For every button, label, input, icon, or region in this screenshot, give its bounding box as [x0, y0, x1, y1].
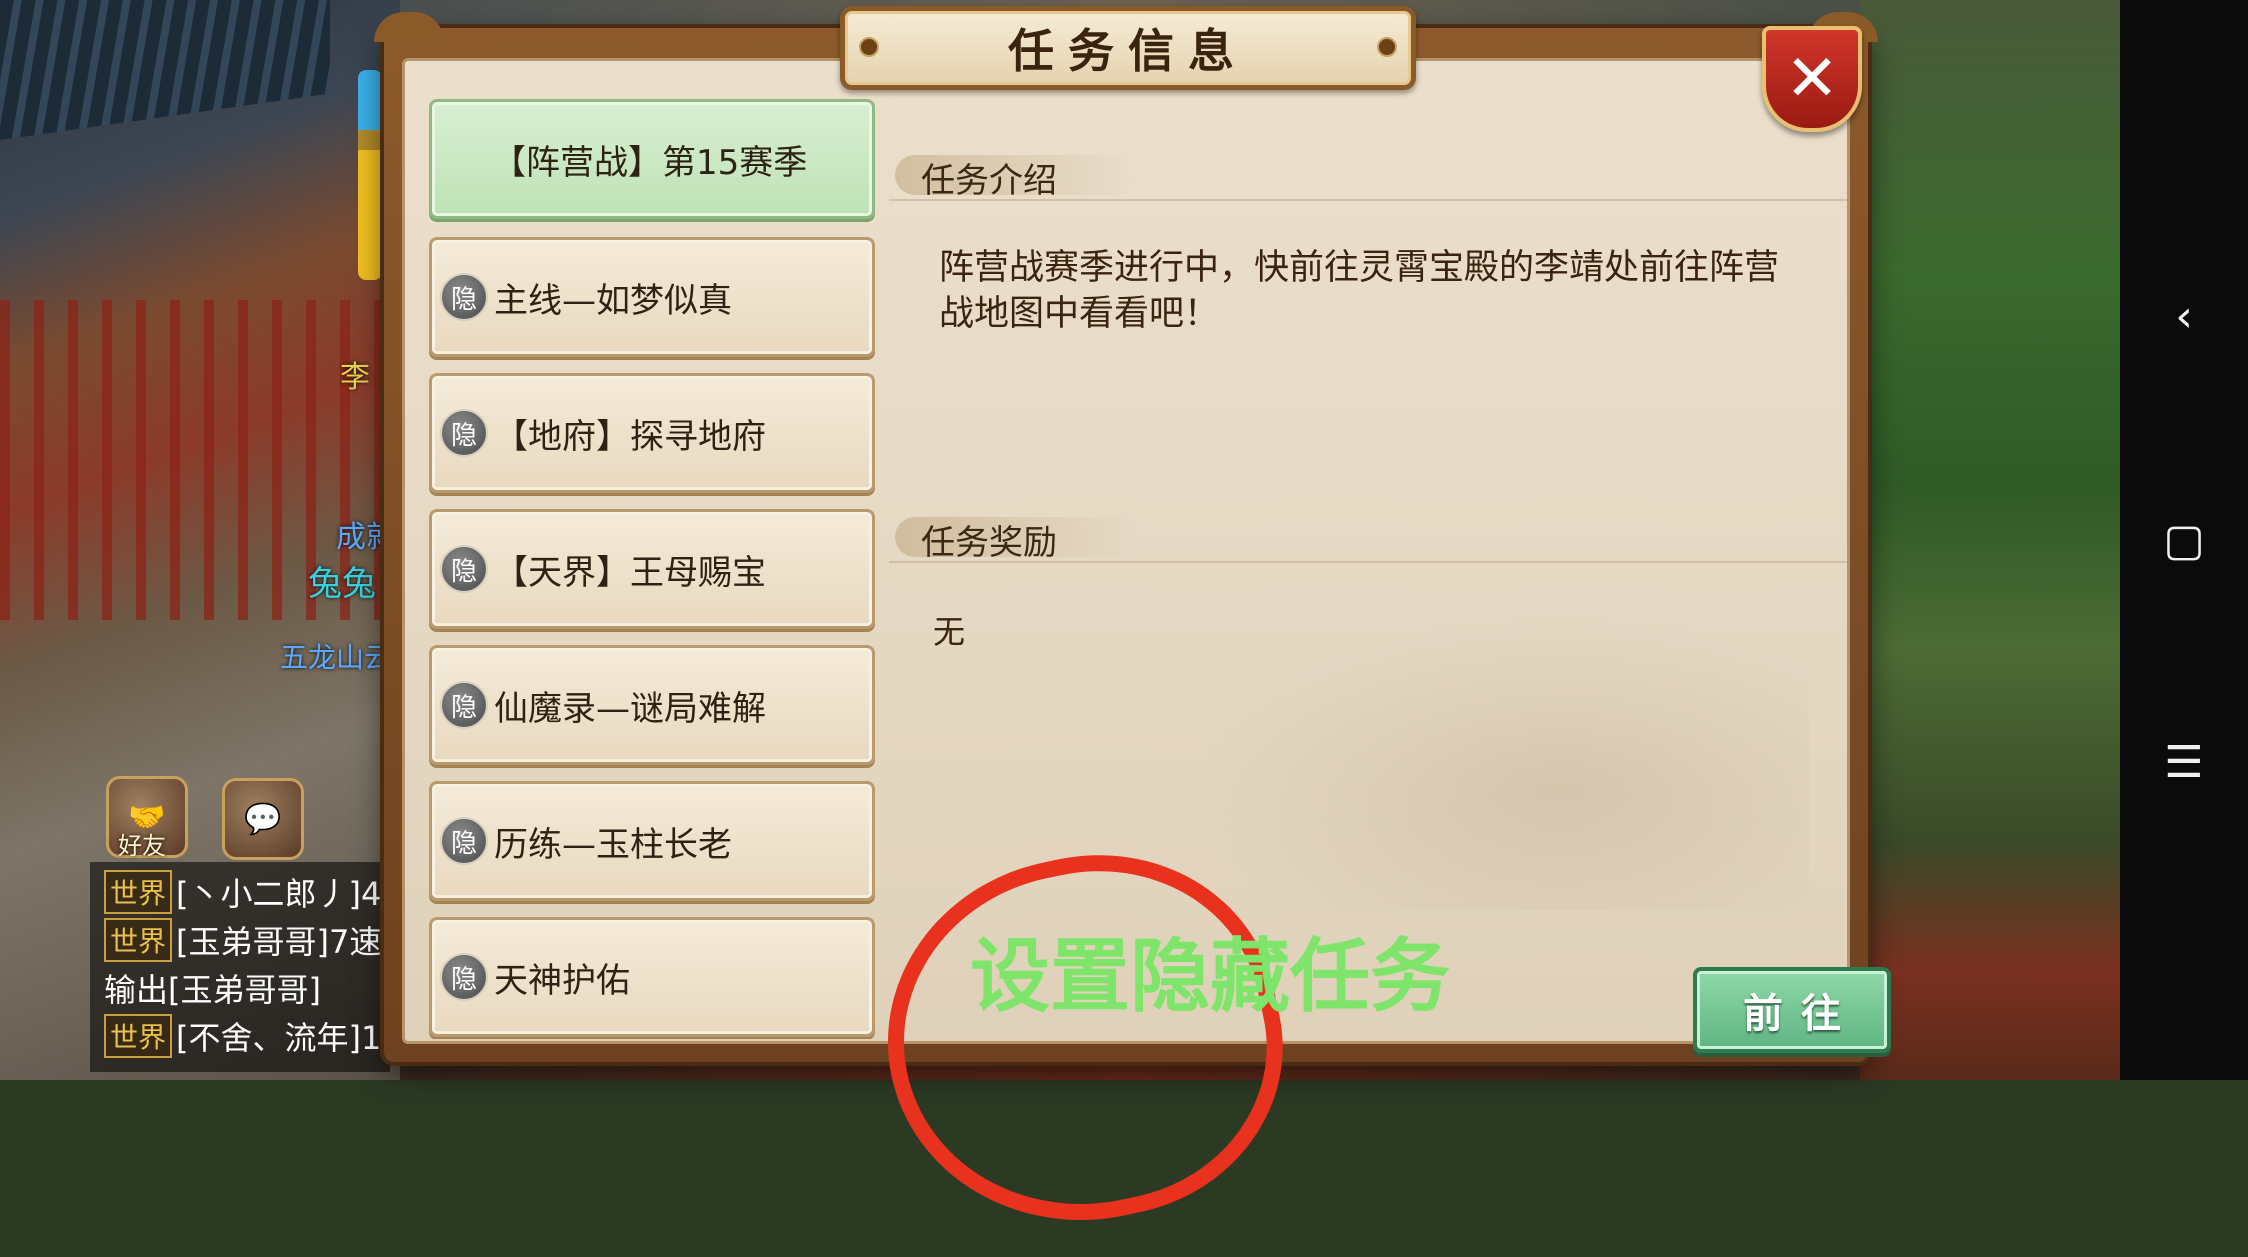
system-nav-bar: ‹ ▢ ☰ [2120, 0, 2248, 1080]
task-label: 【天界】王母赐宝 [494, 552, 766, 593]
chat-line: 输出[玉弟哥哥] [104, 966, 321, 1010]
chat-button[interactable]: 💬 [222, 778, 304, 860]
npc-tag: 兔兔 [308, 564, 376, 604]
chat-bubble-icon: 💬 [244, 801, 282, 837]
chat-text: [玉弟哥哥]7速 [176, 923, 382, 961]
hidden-badge-icon[interactable]: 隐 [440, 953, 488, 1001]
menu-lines-icon: ☰ [2164, 736, 2204, 788]
chat-panel[interactable]: 世界 [丶小二郎丿]42 世界 [玉弟哥哥]7速 输出[玉弟哥哥] 世界 [不舍… [90, 862, 402, 1072]
hidden-badge-icon[interactable]: 隐 [440, 273, 488, 321]
task-label: 历练—玉柱长老 [494, 824, 732, 865]
channel-tag: 世界 [104, 918, 173, 962]
intro-title: 任务介绍 [921, 161, 1057, 201]
chat-line: 世界 [丶小二郎丿]42 [104, 870, 402, 914]
hidden-badge-icon[interactable]: 隐 [440, 409, 488, 457]
game-scene-right [1860, 0, 2120, 1080]
task-item-blessing[interactable]: 隐 天神护佑 [429, 917, 875, 1037]
home-button[interactable]: ▢ [2120, 500, 2248, 580]
chat-line: 世界 [不舍、流年]1 [104, 1014, 381, 1058]
annotation-text: 设置隐藏任务 [970, 930, 1450, 1023]
task-item-main[interactable]: 隐 主线—如梦似真 [429, 237, 875, 357]
back-chevron-icon: ‹ [2175, 290, 2193, 342]
dialog-title-plate: 任务信息 [840, 6, 1416, 90]
task-item-underworld[interactable]: 隐 【地府】探寻地府 [429, 373, 875, 493]
chat-line: 世界 [玉弟哥哥]7速 [104, 918, 381, 962]
task-item-heaven[interactable]: 隐 【天界】王母赐宝 [429, 509, 875, 629]
npc-tag: 五龙山云 [280, 641, 393, 674]
intro-text: 阵营战赛季进行中，快前往灵霄宝殿的李靖处前往阵营战地图中看看吧！ [939, 248, 1780, 334]
hidden-badge-icon[interactable]: 隐 [440, 817, 488, 865]
stud-ornament [859, 37, 879, 57]
task-item-faction-war[interactable]: 【阵营战】第15赛季 [429, 99, 875, 219]
go-button[interactable]: 前往 [1693, 967, 1891, 1053]
task-item-xianmo[interactable]: 隐 仙魔录—谜局难解 [429, 645, 875, 765]
task-label: 仙魔录—谜局难解 [494, 688, 766, 729]
channel-tag: 世界 [104, 870, 173, 914]
task-item-training[interactable]: 隐 历练—玉柱长老 [429, 781, 875, 901]
back-button[interactable]: ‹ [2120, 276, 2248, 356]
task-label: 主线—如梦似真 [494, 280, 732, 321]
hanging-lantern [358, 70, 382, 280]
hidden-badge-icon[interactable]: 隐 [440, 545, 488, 593]
home-square-icon: ▢ [2163, 514, 2205, 566]
recents-button[interactable]: ☰ [2120, 722, 2248, 802]
task-label: 【地府】探寻地府 [494, 416, 766, 457]
task-label: 天神护佑 [494, 960, 630, 1001]
landscape-painting [1189, 611, 1809, 911]
reward-header: 任务奖励 [889, 511, 1849, 563]
hidden-badge-icon[interactable]: 隐 [440, 681, 488, 729]
reward-title: 任务奖励 [921, 523, 1057, 563]
chat-text: 输出[玉弟哥哥] [104, 971, 321, 1009]
chat-text: [不舍、流年]1 [176, 1019, 382, 1057]
task-list[interactable]: 【阵营战】第15赛季 隐 主线—如梦似真 隐 【地府】探寻地府 隐 【天界】王母… [429, 99, 879, 1039]
close-button[interactable]: ✕ [1762, 26, 1862, 132]
temple-roof [0, 0, 330, 141]
intro-header: 任务介绍 [889, 149, 1849, 201]
go-button-label: 前往 [1743, 991, 1859, 1037]
reward-text: 无 [933, 613, 966, 651]
chat-text: [丶小二郎丿]42 [176, 875, 402, 913]
channel-tag: 世界 [104, 1014, 173, 1058]
dialog-title: 任务信息 [1008, 24, 1248, 78]
npc-tag: 李 [340, 360, 370, 395]
friends-label: 好友 [118, 832, 166, 860]
task-label: 【阵营战】第15赛季 [492, 142, 808, 183]
close-icon: ✕ [1785, 42, 1839, 116]
stud-ornament [1377, 37, 1397, 57]
